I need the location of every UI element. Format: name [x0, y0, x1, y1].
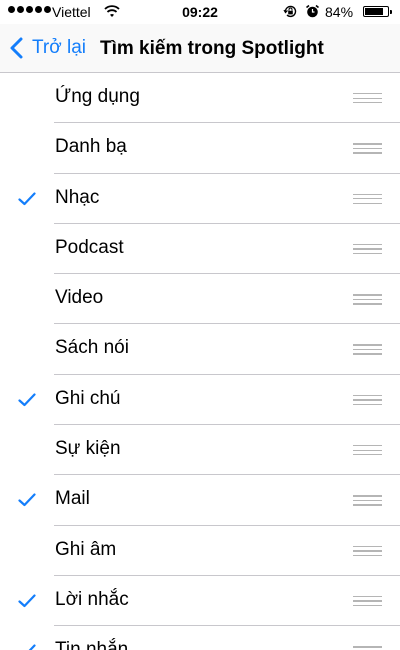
reorder-handle-icon[interactable] — [353, 646, 382, 650]
status-bar: Viettel 09:22 84% — [0, 0, 400, 24]
battery-icon — [363, 6, 392, 17]
checkmark-icon — [28, 644, 36, 650]
list-item[interactable]: Sách nói — [0, 324, 400, 376]
checkmark-icon — [18, 393, 36, 406]
list-item-label: Ứng dụng — [55, 86, 140, 107]
battery-percent: 84% — [325, 4, 354, 20]
list-item[interactable]: Danh bạ — [0, 123, 400, 174]
list-item[interactable]: Ghi âm — [0, 526, 400, 577]
list-item[interactable]: Sự kiện — [0, 425, 400, 476]
list-item-label: Video — [55, 287, 104, 309]
list-item[interactable]: Nhạc — [0, 174, 400, 225]
back-button[interactable]: Trở lại — [8, 34, 86, 62]
reorder-handle-icon[interactable] — [353, 344, 382, 355]
chevron-left-icon — [10, 37, 23, 59]
list-item-label: Mail — [55, 488, 90, 510]
list-item-label: Podcast — [55, 236, 124, 258]
list-item-label: Ghi âm — [55, 538, 117, 560]
reorder-handle-icon[interactable] — [353, 243, 382, 255]
list-item[interactable]: Tin nhắn — [0, 626, 400, 650]
back-label: Trở lại — [32, 37, 86, 58]
reorder-handle-icon[interactable] — [353, 495, 382, 506]
reorder-handle-icon[interactable] — [353, 445, 382, 456]
checkmark-icon — [18, 493, 36, 507]
reorder-handle-icon[interactable] — [353, 294, 382, 305]
reorder-handle-icon[interactable] — [353, 394, 382, 406]
list-item[interactable]: Video — [0, 274, 400, 325]
list-item-label: Lời nhắc — [55, 588, 129, 610]
list-item[interactable]: Mail — [0, 475, 400, 526]
list-item[interactable]: Podcast — [0, 224, 400, 275]
reorder-handle-icon[interactable] — [353, 545, 382, 557]
reorder-handle-icon[interactable] — [353, 595, 382, 607]
list-item-label: Tin nhắn — [55, 639, 129, 650]
alarm-icon — [305, 4, 320, 22]
rotation-lock-icon — [283, 4, 298, 22]
list-item-label: Ghi chú — [55, 387, 121, 409]
page-title: Tìm kiếm trong Spotlight — [100, 38, 324, 59]
spotlight-settings-screen: Viettel 09:22 84% Trở lại Tìm kiếm trong… — [0, 0, 400, 650]
list-item-label: Nhạc — [55, 186, 100, 208]
list-item[interactable]: Ghi chú — [0, 375, 400, 426]
list-item[interactable]: Ứng dụng — [0, 73, 400, 124]
list-item-label: Danh bạ — [55, 136, 127, 158]
list-item[interactable]: Lời nhắc — [0, 576, 400, 627]
reorder-handle-icon[interactable] — [353, 93, 382, 104]
checkmark-icon — [18, 191, 36, 205]
list-item-label: Sự kiện — [55, 438, 121, 460]
checkmark-icon — [18, 594, 36, 608]
spotlight-categories-list: Ứng dụng Danh bạ Nhạc Podcast Video Sách nói G… — [0, 73, 400, 650]
reorder-handle-icon[interactable] — [353, 193, 382, 205]
reorder-handle-icon[interactable] — [353, 143, 382, 154]
list-item-label: Sách nói — [55, 337, 129, 359]
navigation-bar: Trở lại Tìm kiếm trong Spotlight — [0, 24, 400, 73]
